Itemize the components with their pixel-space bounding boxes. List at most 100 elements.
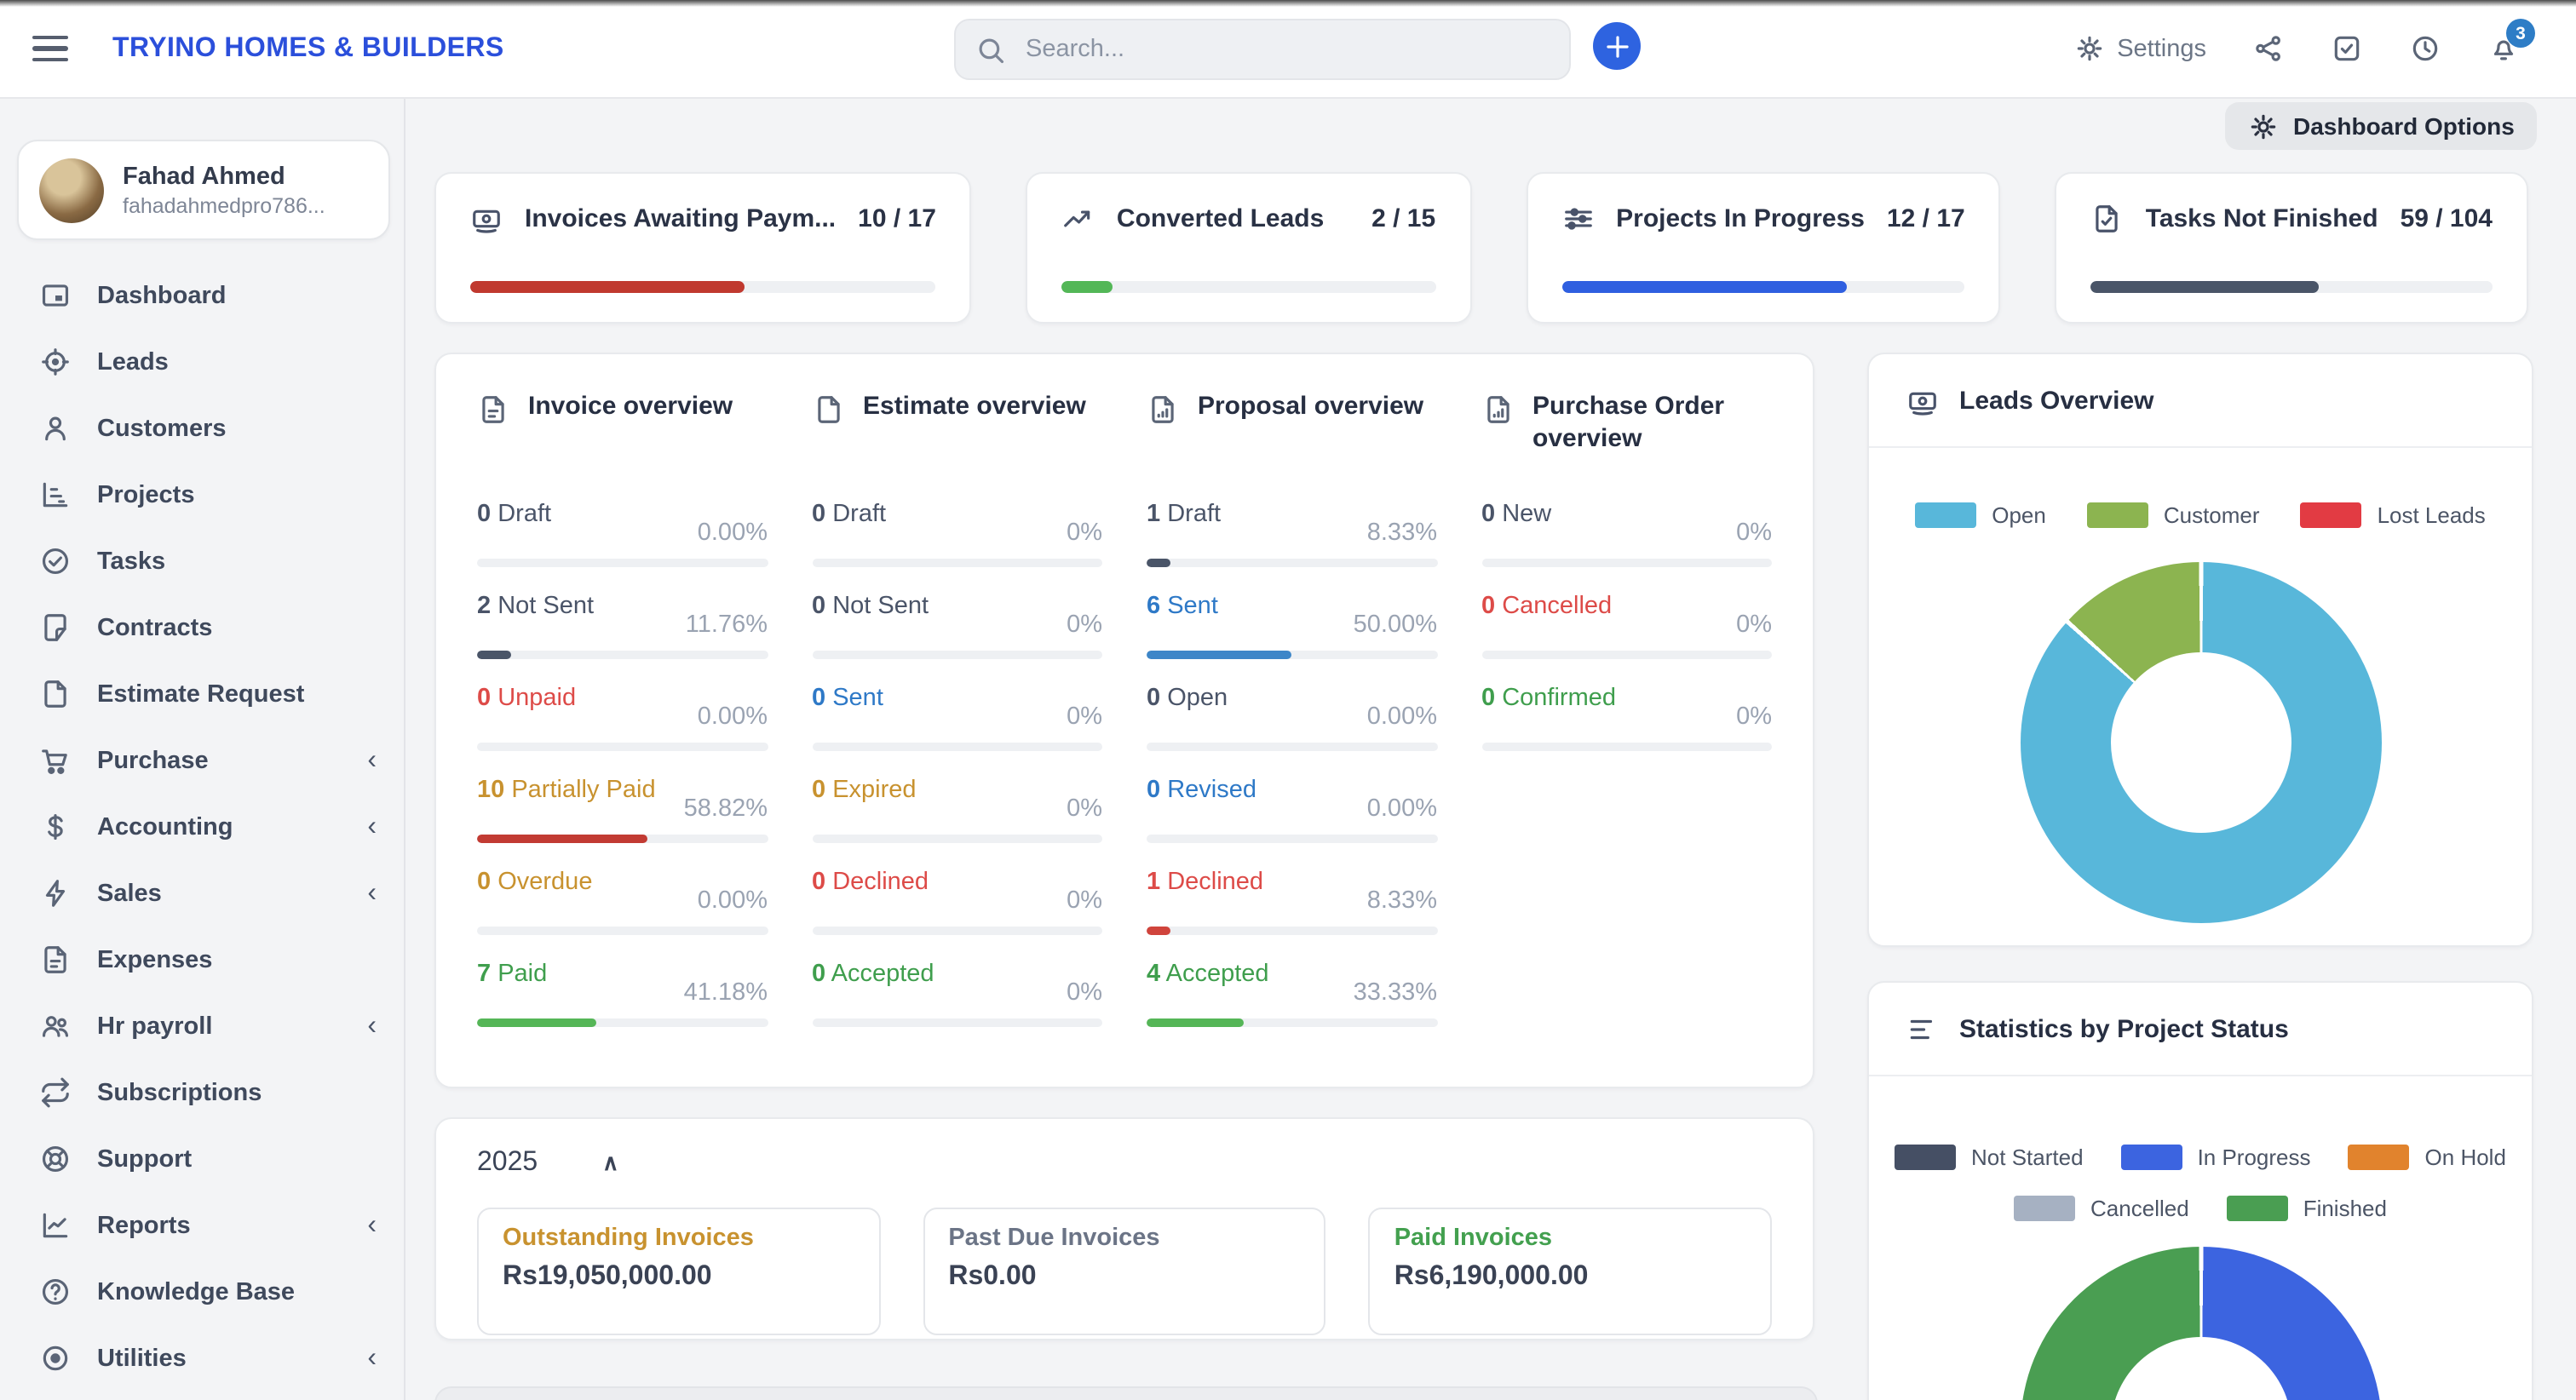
progress-fill bbox=[477, 651, 511, 659]
leads-overview-header: Leads Overview bbox=[1869, 354, 2532, 448]
stat-card[interactable]: Projects In Progress12 / 17 bbox=[1526, 172, 2001, 324]
sidebar-item-subscriptions[interactable]: Subscriptions bbox=[0, 1059, 404, 1126]
notification-badge: 3 bbox=[2506, 19, 2535, 48]
sidebar-item-knowledge-base[interactable]: Knowledge Base bbox=[0, 1259, 404, 1325]
overview-status-top: 0 Overdue0.00% bbox=[477, 869, 768, 915]
progress-track bbox=[477, 651, 768, 659]
legend-item[interactable]: Lost Leads bbox=[2301, 502, 2486, 528]
notifications-button[interactable]: 3 bbox=[2487, 32, 2520, 65]
overview-status-top: 0 Revised0.00% bbox=[1147, 777, 1437, 823]
overview-column-title: Proposal overview bbox=[1198, 392, 1423, 424]
sidebar-item-customers[interactable]: Customers bbox=[0, 395, 404, 462]
sidebar-item-label: Knowledge Base bbox=[97, 1278, 377, 1305]
cart-icon bbox=[37, 744, 72, 777]
legend-item[interactable]: On Hold bbox=[2349, 1145, 2506, 1170]
legend-item[interactable]: Not Started bbox=[1895, 1145, 2084, 1170]
overview-status-top: 0 Open0.00% bbox=[1147, 685, 1437, 731]
legend-label: Finished bbox=[2303, 1196, 2387, 1221]
next-widget-top-edge bbox=[434, 1386, 1818, 1400]
project-status-donut-chart[interactable] bbox=[2020, 1247, 2381, 1400]
brand-logo[interactable]: TRYINO HOMES & BUILDERS bbox=[112, 33, 504, 64]
status-percent: 0% bbox=[1067, 519, 1102, 547]
invoice-summary-box[interactable]: Outstanding InvoicesRs19,050,000.00 bbox=[477, 1208, 880, 1335]
menu-icon[interactable] bbox=[32, 29, 68, 67]
timesheet-button[interactable] bbox=[2409, 32, 2441, 65]
sidebar-item-label: Leads bbox=[97, 348, 377, 376]
chevron-up-icon[interactable]: ∧ bbox=[602, 1150, 618, 1177]
status-label: 0 Cancelled bbox=[1481, 593, 1612, 620]
sidebar-item-utilities[interactable]: Utilities‹ bbox=[0, 1325, 404, 1391]
add-new-button[interactable] bbox=[1593, 22, 1641, 70]
search-input[interactable] bbox=[1022, 34, 1569, 65]
doc-text-icon bbox=[477, 393, 509, 426]
progress-fill bbox=[1062, 281, 1112, 293]
status-percent: 8.33% bbox=[1367, 887, 1437, 915]
legend-row: Not Started In Progress On Hold bbox=[1869, 1145, 2532, 1170]
status-percent: 0% bbox=[1736, 519, 1772, 547]
sidebar-item-label: Dashboard bbox=[97, 282, 377, 309]
progress-track bbox=[1561, 281, 1965, 293]
progress-fill bbox=[1147, 559, 1170, 567]
sidebar-item-reports[interactable]: Reports‹ bbox=[0, 1192, 404, 1259]
legend-item[interactable]: Cancelled bbox=[2014, 1196, 2189, 1221]
profile-card[interactable]: Fahad Ahmed fahadahmedpro786... bbox=[17, 140, 390, 240]
sidebar-item-contracts[interactable]: Contracts bbox=[0, 594, 404, 661]
chevron-left-icon: ‹ bbox=[367, 747, 377, 774]
legend-label: Lost Leads bbox=[2378, 502, 2486, 528]
settings-label: Settings bbox=[2117, 35, 2206, 62]
overview-status-row: 0 Accepted0% bbox=[812, 961, 1102, 1027]
legend-item[interactable]: Open bbox=[1915, 502, 2046, 528]
sidebar: Fahad Ahmed fahadahmedpro786... Dashboar… bbox=[0, 97, 405, 1400]
progress-fill bbox=[477, 835, 648, 843]
stat-card[interactable]: Invoices Awaiting Paym...10 / 17 bbox=[434, 172, 972, 324]
status-label: 0 New bbox=[1481, 501, 1551, 528]
sidebar-item-sales[interactable]: Sales‹ bbox=[0, 860, 404, 927]
drag-handle[interactable] bbox=[1840, 392, 1862, 426]
sidebar-item-tasks[interactable]: Tasks bbox=[0, 528, 404, 594]
legend-swatch bbox=[2014, 1196, 2075, 1221]
sidebar-item-purchase[interactable]: Purchase‹ bbox=[0, 727, 404, 794]
chevron-left-icon: ‹ bbox=[367, 880, 377, 907]
status-label: 2 Not Sent bbox=[477, 593, 594, 620]
sidebar-item-expenses[interactable]: Expenses bbox=[0, 927, 404, 993]
sidebar-item-estimate-request[interactable]: Estimate Request bbox=[0, 661, 404, 727]
legend-label: Not Started bbox=[1971, 1145, 2084, 1170]
legend-item[interactable]: Finished bbox=[2227, 1196, 2387, 1221]
overview-status-row: 6 Sent50.00% bbox=[1147, 593, 1437, 659]
sidebar-item-support[interactable]: Support bbox=[0, 1126, 404, 1192]
dashboard-page: TRYINO HOMES & BUILDERS Settings bbox=[0, 0, 2576, 1400]
todo-button[interactable] bbox=[2331, 32, 2363, 65]
legend-swatch bbox=[2087, 502, 2148, 528]
sidebar-item-accounting[interactable]: Accounting‹ bbox=[0, 794, 404, 860]
legend-item[interactable]: Customer bbox=[2087, 502, 2260, 528]
drag-handle[interactable] bbox=[1840, 1022, 1862, 1056]
overview-status-top: 0 Cancelled0% bbox=[1481, 593, 1772, 639]
invoice-summary-box[interactable]: Past Due InvoicesRs0.00 bbox=[923, 1208, 1325, 1335]
stat-card-header: Invoices Awaiting Paym...10 / 17 bbox=[470, 203, 936, 235]
legend-item[interactable]: In Progress bbox=[2121, 1145, 2311, 1170]
sidebar-item-leads[interactable]: Leads bbox=[0, 329, 404, 395]
status-label: 10 Partially Paid bbox=[477, 777, 656, 804]
status-label: 0 Expired bbox=[812, 777, 917, 804]
legend-label: In Progress bbox=[2198, 1145, 2311, 1170]
sidebar-item-projects[interactable]: Projects bbox=[0, 462, 404, 528]
status-label: 0 Not Sent bbox=[812, 593, 929, 620]
top-bar: TRYINO HOMES & BUILDERS Settings bbox=[0, 0, 2576, 99]
sidebar-nav: Dashboard Leads CustomersProjectsTasksCont… bbox=[0, 262, 404, 1391]
sidebar-item-label: Utilities bbox=[97, 1345, 367, 1372]
stat-card[interactable]: Converted Leads2 / 15 bbox=[1026, 172, 1471, 324]
search-box[interactable] bbox=[954, 19, 1571, 80]
leads-donut-chart[interactable] bbox=[2020, 562, 2381, 923]
stat-card[interactable]: Tasks Not Finished59 / 104 bbox=[2056, 172, 2528, 324]
share-button[interactable] bbox=[2252, 32, 2285, 65]
overview-status-top: 0 New 0% bbox=[1481, 501, 1772, 547]
project-status-header: Statistics by Project Status bbox=[1869, 983, 2532, 1076]
project-status-legend: Not Started In Progress On Hold Cancelled Fi… bbox=[1869, 1145, 2532, 1221]
settings-button[interactable]: Settings bbox=[2073, 32, 2206, 65]
invoice-summary-box[interactable]: Paid InvoicesRs6,190,000.00 bbox=[1369, 1208, 1772, 1335]
dashboard-options-button[interactable]: Dashboard Options bbox=[2225, 102, 2537, 150]
sidebar-item-dashboard[interactable]: Dashboard bbox=[0, 262, 404, 329]
sidebar-item-hr-payroll[interactable]: Hr payroll‹ bbox=[0, 993, 404, 1059]
overview-status-row: 0 Draft0% bbox=[812, 501, 1102, 567]
doc-icon bbox=[812, 393, 844, 426]
